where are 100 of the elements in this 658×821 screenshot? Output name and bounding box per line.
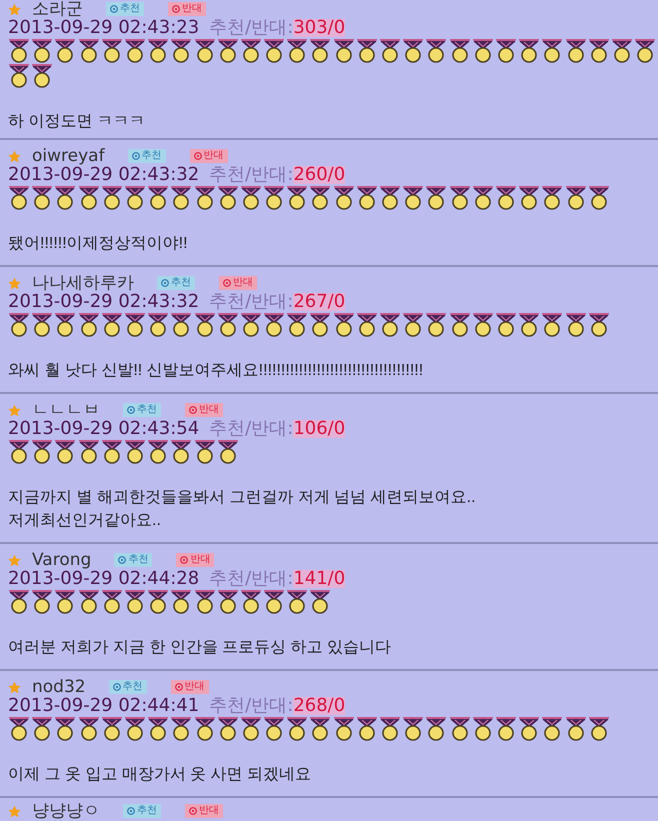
medal-icon [402,313,424,337]
star-icon [8,2,21,16]
comment-date: 2013-09-29 02:43:23 [8,18,200,37]
medal-icon [472,39,494,63]
medal-icon [147,186,170,210]
medal-icon [588,313,610,337]
medal-icon [332,313,355,337]
medal-icon [309,313,332,337]
medal-icon [216,39,239,63]
medal-icon [78,590,100,614]
circle-icon [118,556,126,564]
star-icon [8,150,21,162]
vote-count: 303/0 [293,18,346,36]
medal-icon [240,717,262,741]
medal-icon [286,313,308,337]
oppose-button[interactable]: 반대 [168,2,206,16]
medal-icon [309,39,332,63]
oppose-button[interactable]: 반대 [190,149,228,163]
medal-icon [8,717,30,741]
votes-label: 추천/반대: [209,569,294,588]
medal-icon [124,313,146,337]
recommend-button[interactable]: 추천 [106,2,144,16]
recommend-button[interactable]: 추천 [123,804,161,818]
comment-text: 하 이정도면 ㅋㅋㅋ [8,112,146,132]
comment-date: 2013-09-29 02:44:28 [8,569,200,588]
medal-icon [240,590,262,614]
star-icon [8,554,21,566]
medal-icon [240,186,262,210]
medal-icon [31,440,54,464]
medal-icon [31,717,54,741]
username: oiwreyaf [32,147,105,165]
medal-icon [54,39,76,63]
medal-icon [309,186,332,210]
medal-icon [309,590,332,614]
medal-icon [78,717,100,741]
medal-icon [147,717,170,741]
oppose-button[interactable]: 반대 [185,403,223,417]
medal-icon [147,590,170,614]
medal-icon [31,39,54,63]
oppose-button[interactable]: 반대 [176,553,214,567]
recommend-button[interactable]: 추천 [128,149,166,163]
medal-icon [100,313,123,337]
medal-icon [472,717,494,741]
comment-text: 지금까지 별 해괴한것들을봐서 그런걸까 저게 넘넘 세련되보여요.. 저게최선인거같아요.. [8,488,477,531]
comment-date: 2013-09-29 02:43:54 [8,419,200,438]
medal-icon [448,313,471,337]
medal-icon [194,39,216,63]
recommend-button[interactable]: 추천 [123,403,161,417]
vote-count: 106/0 [293,420,346,438]
medal-icon [286,39,308,63]
medal-icon [518,39,540,63]
oppose-button[interactable]: 반대 [170,680,209,694]
medal-icon [402,39,424,63]
medal-icon [425,313,448,337]
medal-icon [240,313,262,337]
medal-icon [100,186,123,210]
medal-icon [332,186,355,210]
medal-icon [124,186,146,210]
vote-count: 260/0 [293,166,346,184]
medal-icon [8,64,30,88]
username: 나나세하루카 [32,274,134,292]
medal-icon [170,186,192,210]
medal-icon [216,717,239,741]
medal-icon [309,717,332,741]
medal-icon [356,186,378,210]
recommend-button[interactable]: 추천 [114,553,152,567]
circle-icon [161,279,169,287]
medal-icon [564,717,586,741]
vote-count: 268/0 [293,696,346,714]
medal-icon [588,186,610,210]
comment-text: 이제 그 옷 입고 매장가서 옷 사면 되겠네요 [8,765,312,785]
username: 소라군 [32,0,83,18]
votes-label: 추천/반대: [209,419,294,438]
medal-icon [54,313,76,337]
comment-text: 됐어!!!!!!이제정상적이야!! [8,234,189,254]
medal-icon [100,39,123,63]
medal-icon [100,590,123,614]
recommend-button[interactable]: 추천 [108,680,147,694]
medal-icon [541,313,564,337]
medal-icon [147,39,170,63]
medal-icon [263,313,286,337]
medal-icon [263,39,286,63]
medal-icon [564,186,586,210]
medal-icon [194,186,216,210]
comment-date: 2013-09-29 02:43:32 [8,165,200,184]
medal-icon [263,590,286,614]
medal-icon [78,440,100,464]
medal-icon [8,39,30,63]
oppose-button[interactable]: 반대 [219,276,257,290]
medal-icon [31,313,54,337]
medal-icon [124,717,146,741]
medal-icon [286,717,308,741]
medal-icon [425,717,448,741]
medal-icon [8,313,30,337]
username: ㄴㄴㄴㅂ [32,401,100,419]
medal-icon [332,39,355,63]
recommend-button[interactable]: 추천 [157,276,195,290]
oppose-button[interactable]: 반대 [185,804,223,818]
medal-icon [100,717,123,741]
medal-icon [286,186,308,210]
